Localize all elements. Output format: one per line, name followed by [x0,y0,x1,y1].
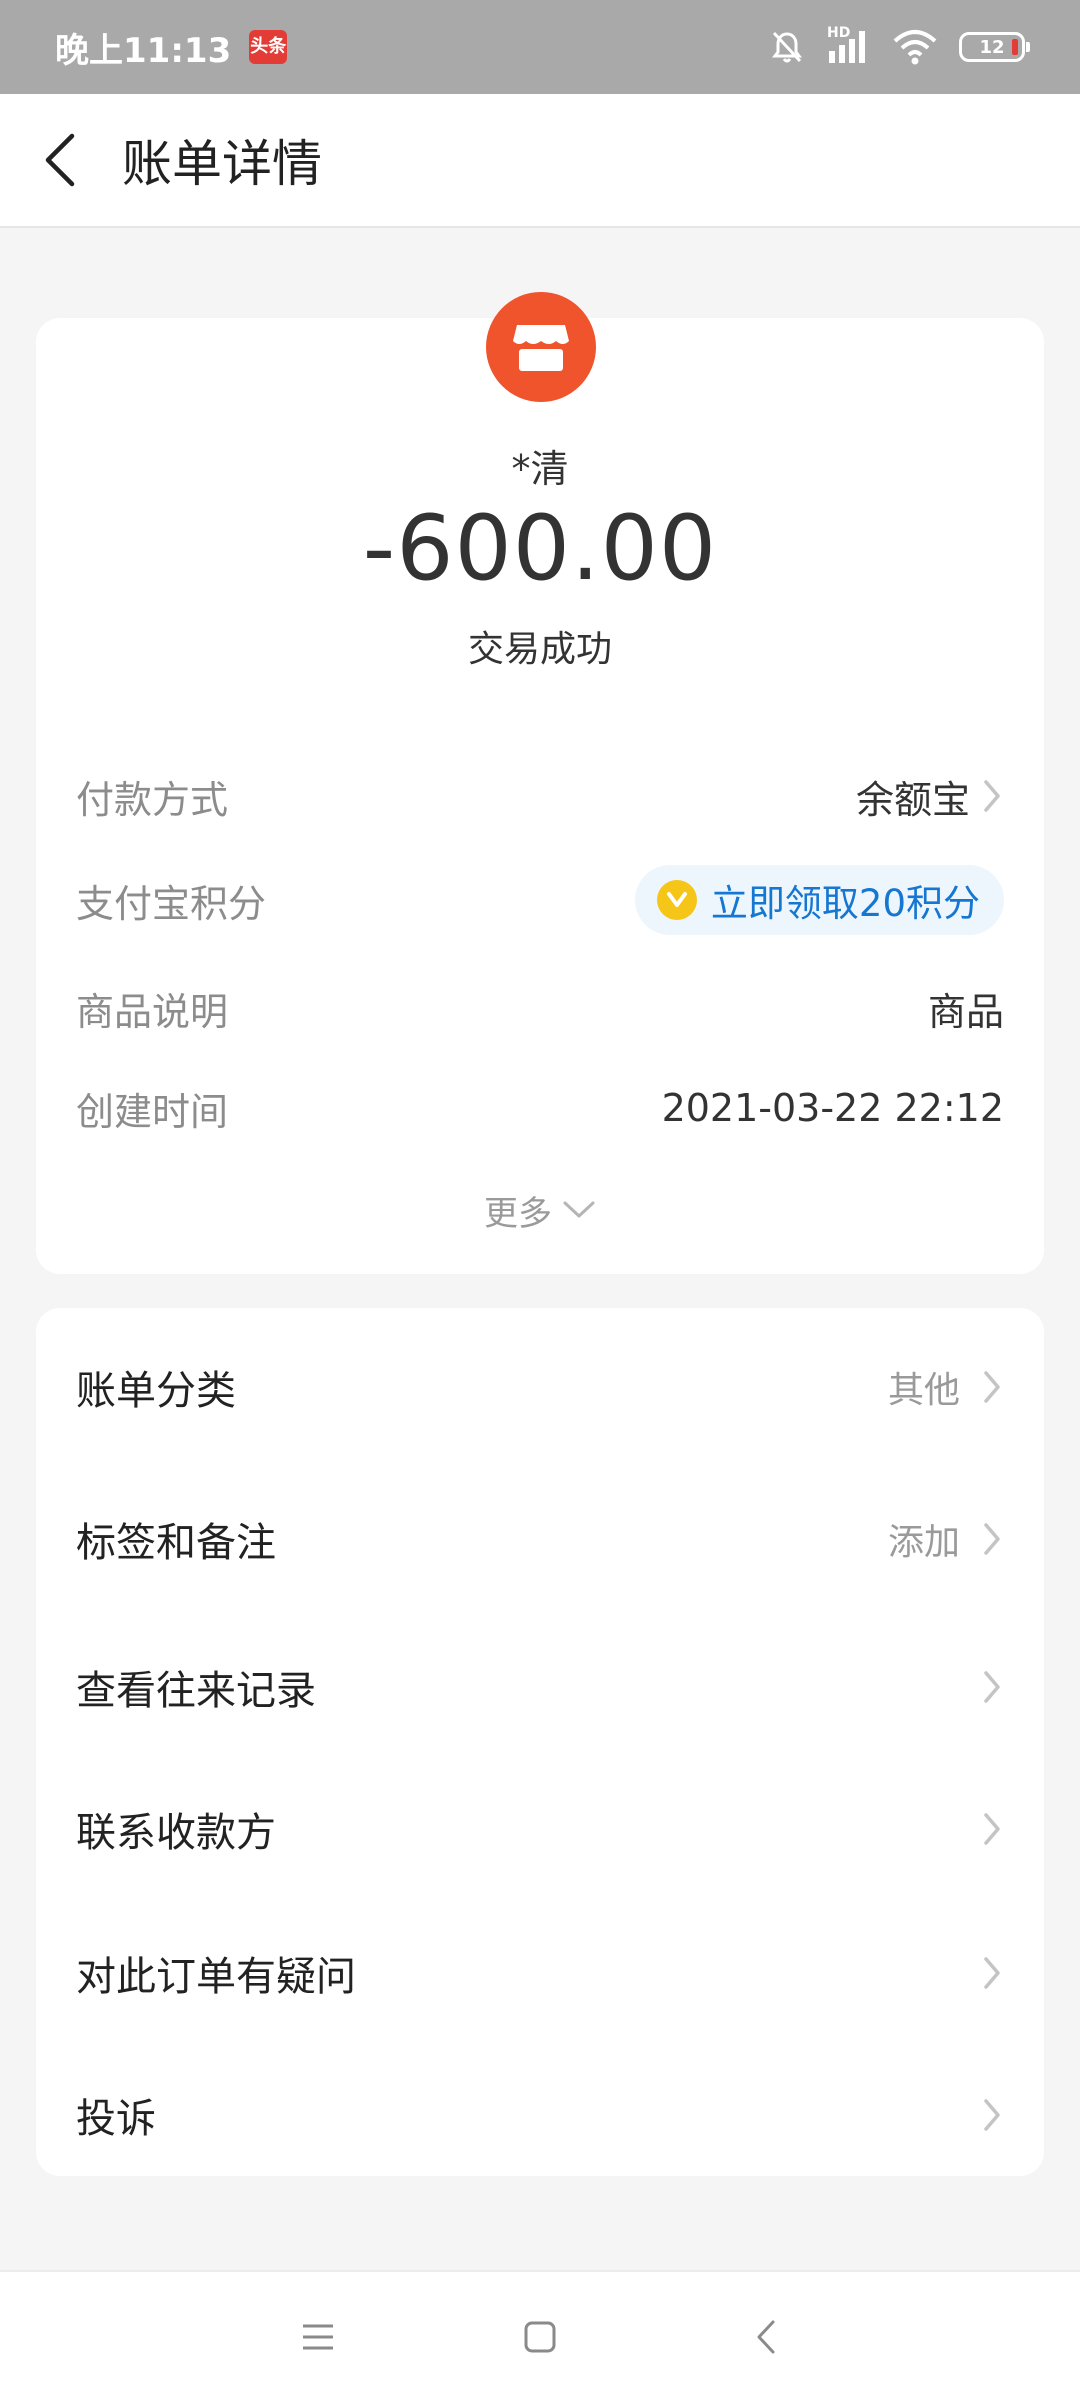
coin-icon [656,880,697,920]
detail-row-payment-method[interactable]: 付款方式 余额宝 [76,756,1004,836]
detail-row-created-time: 创建时间 2021-03-22 22:12 [76,1068,1004,1148]
chevron-right-icon [984,1671,1000,1703]
network-type-label: HD [827,25,851,41]
menu-item-order-question[interactable]: 对此订单有疑问 [76,1918,1004,2028]
more-button[interactable]: 更多 [36,1180,1044,1240]
menu-item-label: 联系收款方 [76,1810,276,1856]
detail-row-points: 支付宝积分 立即领取20积分 [76,860,1004,940]
menu-item-complaint[interactable]: 投诉 [76,2060,1004,2170]
menu-item-right [980,2095,1004,2135]
chevron-right-icon [984,1813,1000,1845]
mute-bell-icon [772,31,802,63]
menu-item-right [980,1953,1004,1993]
toutiao-app-icon: 头条 [249,30,288,64]
menu-item-value: 其他 [887,1370,960,1411]
battery-icon: 12 [959,32,1030,62]
menu-item-label: 投诉 [76,2096,156,2142]
nav-back-button[interactable] [716,2292,816,2382]
menu-item-value: 添加 [887,1522,960,1563]
nav-home-button[interactable] [490,2292,590,2382]
header: 账单详情 [0,94,1080,228]
detail-label: 创建时间 [76,1089,229,1134]
detail-value: 余额宝 [856,769,1004,824]
nav-menu-button[interactable] [268,2292,368,2382]
chevron-right-icon [984,780,1000,812]
created-time-value: 2021-03-22 22:12 [661,1086,1004,1130]
detail-label: 支付宝积分 [76,881,267,926]
status-bar: 晚上11:13 头条 HD 12 [0,0,1080,94]
merchant-avatar [486,292,596,402]
product-description-value: 商品 [927,989,1004,1034]
chevron-down-icon [563,1201,595,1218]
menu-item-label: 查看往来记录 [76,1668,316,1714]
merchant-name: *清 [511,447,569,491]
menu-item-right [980,1667,1004,1707]
back-triangle-icon [757,2320,775,2354]
store-icon [513,325,569,371]
payment-method-value: 余额宝 [855,777,970,822]
menu-item-right: 其他 [888,1361,1004,1413]
chevron-right-icon [984,2099,1000,2131]
detail-label: 付款方式 [76,777,229,822]
menu-item-tags-notes[interactable]: 标签和备注 添加 [76,1484,1004,1594]
chevron-right-icon [984,1371,1000,1403]
status-time: 晚上11:13 [55,30,232,71]
page-title: 账单详情 [122,135,322,193]
battery-level: 12 [979,36,1005,58]
battery-low-indicator [1012,39,1018,55]
transaction-amount: -600.00 [362,496,718,601]
menu-icon [303,2324,333,2350]
claim-points-label: 立即领取20积分 [710,882,980,925]
back-button[interactable] [0,93,120,227]
menu-item-transaction-history[interactable]: 查看往来记录 [76,1632,1004,1742]
menu-item-bill-category[interactable]: 账单分类 其他 [76,1332,1004,1442]
status-right: HD 12 [769,25,1030,65]
transaction-status: 交易成功 [467,629,612,670]
transaction-card: *清 -600.00 交易成功 付款方式 余额宝 支付宝积分 立即领取20积分 … [36,292,1044,1274]
menu-item-label: 账单分类 [76,1368,236,1414]
detail-label: 商品说明 [76,989,229,1034]
detail-row-product: 商品说明 商品 [76,968,1004,1048]
claim-points-button[interactable]: 立即领取20积分 [634,865,1004,935]
status-left: 晚上11:13 头条 [55,23,288,72]
signal-group: HD [827,25,871,65]
chevron-right-icon [984,1523,1000,1555]
menu-item-right [980,1809,1004,1849]
chevron-left-icon [45,133,75,187]
options-card: 账单分类 其他 标签和备注 添加 查看往来记录 联系收款方 对此订单有疑问 投诉 [36,1308,1044,2176]
wifi-icon [893,30,937,65]
menu-item-contact-payee[interactable]: 联系收款方 [76,1774,1004,1884]
home-square-icon [524,2321,556,2353]
menu-item-right: 添加 [888,1513,1004,1565]
chevron-right-icon [984,1957,1000,1989]
system-nav-bar [0,2270,1080,2400]
menu-item-label: 标签和备注 [76,1520,276,1566]
menu-item-label: 对此订单有疑问 [76,1954,356,2000]
more-label: 更多 [484,1193,552,1234]
